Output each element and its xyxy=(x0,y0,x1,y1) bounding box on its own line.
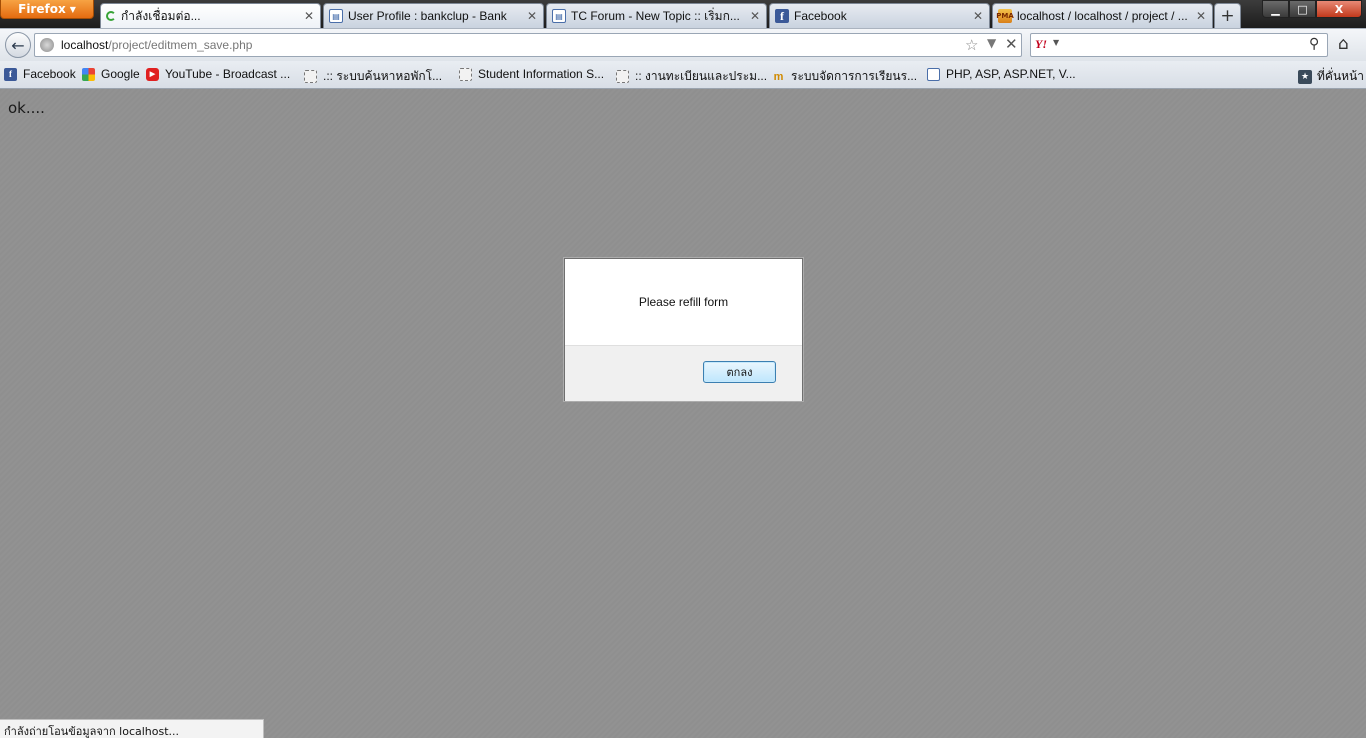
tab-phpmyadmin[interactable]: PMA localhost / localhost / project / ..… xyxy=(992,3,1213,28)
bookmark-label: YouTube - Broadcast ... xyxy=(165,67,291,81)
tab-tc-forum[interactable]: ▤ TC Forum - New Topic :: เริ่มก... ✕ xyxy=(546,3,767,28)
minimize-icon: ▁ xyxy=(1271,2,1280,16)
bookmark-label: PHP, ASP, ASP.NET, V... xyxy=(946,67,1076,81)
alert-footer: ตกลง xyxy=(565,345,802,401)
tab-label: localhost / localhost / project / ... xyxy=(1017,9,1188,23)
status-bar: กำลังถ่ายโอนข้อมูลจาก localhost... xyxy=(0,719,264,738)
url-path: /project/editmem_save.php xyxy=(108,38,253,52)
blank-page-icon xyxy=(304,70,317,83)
history-dropdown-icon[interactable]: ▼ xyxy=(987,36,996,50)
tab-facebook[interactable]: f Facebook ✕ xyxy=(769,3,990,28)
google-icon xyxy=(82,67,95,81)
close-icon: X xyxy=(1334,2,1344,16)
window-maximize-button[interactable]: □ xyxy=(1289,0,1316,18)
maximize-icon: □ xyxy=(1297,2,1308,16)
tab-label: กำลังเชื่อมต่อ... xyxy=(121,8,201,23)
search-bar[interactable]: Y! ▼ ⚲ xyxy=(1030,33,1328,57)
search-icon[interactable]: ⚲ xyxy=(1309,36,1319,52)
blank-page-icon xyxy=(459,67,472,81)
bookmarks-toolbar: f Facebook Google ▶ YouTube - Broadcast … xyxy=(0,61,1366,89)
bookmark-registration[interactable]: :: งานทะเบียนและประม... xyxy=(616,67,767,86)
youtube-icon: ▶ xyxy=(146,67,159,81)
alert-dialog: Please refill form ตกลง xyxy=(564,258,803,401)
navigation-toolbar: ← localhost/project/editmem_save.php ☆ ▼… xyxy=(0,28,1366,61)
bookmark-star-icon[interactable]: ☆ xyxy=(965,36,978,54)
bookmark-learning-system[interactable]: m ระบบจัดการการเรียนร... xyxy=(772,67,917,86)
blank-page-icon xyxy=(616,70,629,83)
back-arrow-icon: ← xyxy=(11,35,25,55)
bookmark-student-info[interactable]: Student Information S... xyxy=(459,67,604,81)
page-body-text: ok.... xyxy=(8,99,45,117)
stop-icon[interactable]: ✕ xyxy=(1005,35,1018,53)
bookmark-youtube[interactable]: ▶ YouTube - Broadcast ... xyxy=(146,67,290,81)
page-icon: ▤ xyxy=(927,67,940,81)
bookmark-facebook[interactable]: f Facebook xyxy=(4,67,76,81)
bookmarks-menu[interactable]: ★ ที่คั่นหน้า xyxy=(1298,67,1364,86)
page-content: ok.... Please refill form ตกลง xyxy=(0,89,1366,738)
window-close-button[interactable]: X xyxy=(1316,0,1362,18)
chevron-down-icon: ▼ xyxy=(69,4,76,14)
tab-close-icon[interactable]: ✕ xyxy=(304,9,314,23)
browser-titlebar: Firefox ▼ กำลังเชื่อมต่อ... ✕ ▤ User Pro… xyxy=(0,0,1366,28)
page-icon: ▤ xyxy=(552,9,566,23)
site-identity-icon[interactable] xyxy=(40,38,54,52)
bookmark-label: Google xyxy=(101,67,140,81)
tab-label: Facebook xyxy=(794,9,847,23)
tab-label: TC Forum - New Topic :: เริ่มก... xyxy=(571,8,740,23)
window-minimize-button[interactable]: ▁ xyxy=(1262,0,1289,18)
bookmark-label: ระบบจัดการการเรียนร... xyxy=(791,69,918,83)
bookmarks-star-icon: ★ xyxy=(1298,69,1312,84)
chevron-down-icon[interactable]: ▼ xyxy=(1053,38,1059,47)
loading-spinner-icon xyxy=(106,11,116,21)
plus-icon: + xyxy=(1220,6,1235,26)
firefox-menu-button[interactable]: Firefox ▼ xyxy=(0,0,94,19)
alert-message: Please refill form xyxy=(638,295,729,309)
bookmark-label: Facebook xyxy=(23,67,76,81)
bookmarks-menu-label: ที่คั่นหน้า xyxy=(1317,69,1364,83)
url-text[interactable]: localhost/project/editmem_save.php xyxy=(61,38,252,52)
bookmark-label: :: งานทะเบียนและประม... xyxy=(635,69,768,83)
ok-button[interactable]: ตกลง xyxy=(703,361,776,383)
home-icon: ⌂ xyxy=(1338,34,1349,54)
yahoo-icon[interactable]: Y! xyxy=(1035,37,1047,52)
url-host: localhost xyxy=(61,38,109,52)
facebook-icon: f xyxy=(4,67,17,81)
bookmark-label: Student Information S... xyxy=(478,67,605,81)
bookmark-label: .:: ระบบค้นหาหอพักโ... xyxy=(323,69,443,83)
tab-user-profile[interactable]: ▤ User Profile : bankclup - Bank ✕ xyxy=(323,3,544,28)
tab-label: User Profile : bankclup - Bank xyxy=(348,9,507,23)
bookmark-php-asp[interactable]: ▤ PHP, ASP, ASP.NET, V... xyxy=(927,67,1076,81)
firefox-menu-label: Firefox xyxy=(18,2,66,16)
page-icon: ▤ xyxy=(329,9,343,23)
tab-close-icon[interactable]: ✕ xyxy=(1196,9,1206,23)
tab-close-icon[interactable]: ✕ xyxy=(973,9,983,23)
tab-loading[interactable]: กำลังเชื่อมต่อ... ✕ xyxy=(100,3,321,28)
facebook-icon: f xyxy=(775,9,789,23)
address-bar[interactable]: localhost/project/editmem_save.php ☆ ▼ ✕ xyxy=(34,33,1022,57)
phpmyadmin-icon: PMA xyxy=(996,9,1014,23)
bookmark-google[interactable]: Google xyxy=(82,67,140,81)
new-tab-button[interactable]: + xyxy=(1214,3,1241,28)
moodle-icon: m xyxy=(773,70,784,83)
tab-close-icon[interactable]: ✕ xyxy=(750,9,760,23)
bookmark-dorm-search[interactable]: .:: ระบบค้นหาหอพักโ... xyxy=(304,67,442,86)
back-button[interactable]: ← xyxy=(5,32,31,58)
home-button[interactable]: ⌂ xyxy=(1338,34,1349,54)
tab-close-icon[interactable]: ✕ xyxy=(527,9,537,23)
